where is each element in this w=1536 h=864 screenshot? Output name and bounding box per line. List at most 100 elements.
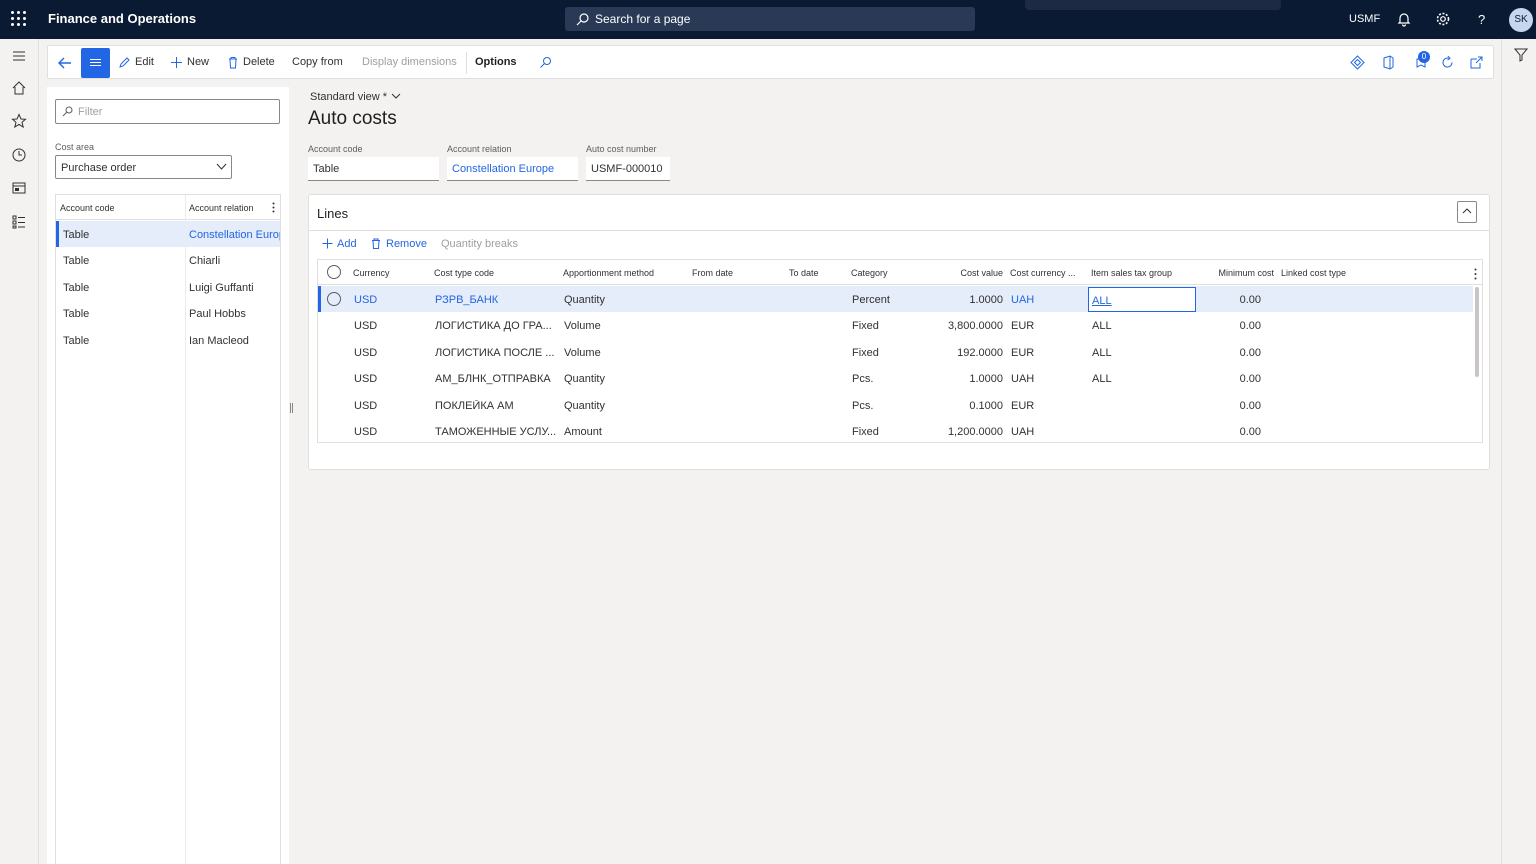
cell-cost-currency[interactable]: UAH [1011,426,1034,438]
cost-area-dropdown[interactable]: Purchase order [55,155,232,179]
office-icon[interactable] [1381,55,1396,70]
list-item[interactable]: Table Chiarli [56,247,280,273]
collapse-button[interactable] [1457,201,1477,223]
cell-apportionment-method[interactable]: Volume [564,320,601,332]
auto-cost-number-field[interactable]: USMF-000010 [586,157,670,181]
cell-item-sales-tax-group[interactable]: ALL [1092,347,1112,359]
app-title[interactable]: Finance and Operations [48,11,196,26]
more-vertical-icon[interactable] [1474,268,1477,280]
column-header-account-code[interactable]: Account code [60,203,115,213]
remove-line-button[interactable]: Remove [386,238,427,250]
table-row[interactable]: USD ЛОГИСТИКА ПОСЛЕ ... Volume Fixed 192… [318,339,1473,365]
new-button[interactable]: New [187,56,209,68]
list-item[interactable]: Table Paul Hobbs [56,300,280,326]
cell-apportionment-method[interactable]: Quantity [564,294,605,306]
cell-category[interactable]: Fixed [852,426,879,438]
column-header-cost-type-code[interactable]: Cost type code [434,268,494,278]
cell-minimum-cost[interactable]: 0.00 [1198,347,1261,359]
column-header-cost-currency[interactable]: Cost currency ... [1010,268,1076,278]
cell-cost-value[interactable]: 192.0000 [928,347,1003,359]
account-code-field[interactable]: Table [308,157,439,181]
item-sales-tax-group-input[interactable]: ALL [1088,287,1196,312]
grid-scrollbar[interactable] [1475,287,1479,377]
table-row[interactable]: USD ТАМОЖЕННЫЕ УСЛУ... Amount Fixed 1,20… [318,418,1473,442]
search-input[interactable]: Search for a page [565,7,975,31]
column-header-item-sales-tax-group[interactable]: Item sales tax group [1091,268,1172,278]
cell-currency[interactable]: USD [354,426,377,438]
table-row[interactable]: USD АМ_БЛНК_ОТПРАВКА Quantity Pcs. 1.000… [318,365,1473,391]
list-toggle-button[interactable] [81,48,110,78]
cell-currency[interactable]: USD [354,400,377,412]
column-header-to-date[interactable]: To date [789,268,819,278]
clock-icon[interactable] [11,147,27,163]
avatar[interactable]: SK [1509,8,1533,32]
workspaces-icon[interactable] [11,180,27,196]
column-header-minimum-cost[interactable]: Minimum cost [1198,268,1274,278]
help-icon[interactable]: ? [1474,11,1490,27]
cell-apportionment-method[interactable]: Volume [564,347,601,359]
star-icon[interactable] [11,113,27,129]
cell-cost-currency[interactable]: UAH [1011,373,1034,385]
cell-cost-type-code[interactable]: РЗРВ_БАНК [435,294,559,306]
cell-apportionment-method[interactable]: Quantity [564,400,605,412]
cell-cost-currency[interactable]: EUR [1011,320,1034,332]
hamburger-icon[interactable] [11,48,27,64]
cell-apportionment-method[interactable]: Quantity [564,373,605,385]
table-row[interactable]: USD ЛОГИСТИКА ДО ГРА... Volume Fixed 3,8… [318,312,1473,338]
cell-cost-currency[interactable]: UAH [1011,294,1034,306]
cell-cost-currency[interactable]: EUR [1011,347,1034,359]
table-row[interactable]: USD ПОКЛЕЙКА АМ Quantity Pcs. 0.1000 EUR… [318,392,1473,418]
cell-cost-value[interactable]: 1.0000 [928,294,1003,306]
modules-icon[interactable] [11,214,27,230]
cell-category[interactable]: Pcs. [852,400,873,412]
pane-splitter[interactable] [289,87,295,864]
table-row[interactable]: USD РЗРВ_БАНК Quantity Percent 1.0000 UA… [318,286,1473,312]
lines-title[interactable]: Lines [317,206,348,221]
bell-icon[interactable] [1396,11,1412,27]
column-header-category[interactable]: Category [851,268,888,278]
cell-cost-type-code[interactable]: ЛОГИСТИКА ДО ГРА... [435,320,559,332]
cell-cost-type-code[interactable]: ТАМОЖЕННЫЕ УСЛУ... [435,426,559,438]
cell-cost-type-code[interactable]: ЛОГИСТИКА ПОСЛЕ ... [435,347,559,359]
cell-item-sales-tax-group[interactable]: ALL [1092,373,1112,385]
filter-icon[interactable] [1514,48,1528,62]
select-all-radio[interactable] [327,265,341,279]
app-launcher-icon[interactable] [11,11,27,27]
column-header-currency[interactable]: Currency [353,268,390,278]
options-tab[interactable]: Options [475,56,517,68]
cell-apportionment-method[interactable]: Amount [564,426,602,438]
cell-cost-value[interactable]: 1.0000 [928,373,1003,385]
cell-cost-value[interactable]: 1,200.0000 [928,426,1003,438]
cell-minimum-cost[interactable]: 0.00 [1198,320,1261,332]
refresh-icon[interactable] [1440,55,1455,70]
back-arrow-icon[interactable] [56,54,74,72]
cell-currency[interactable]: USD [354,373,377,385]
cell-minimum-cost[interactable]: 0.00 [1198,373,1261,385]
list-item[interactable]: Table Ian Macleod [56,327,280,353]
cell-cost-value[interactable]: 0.1000 [928,400,1003,412]
cell-cost-value[interactable]: 3,800.0000 [928,320,1003,332]
company-picker[interactable]: USMF [1349,13,1380,25]
cell-currency[interactable]: USD [354,347,377,359]
cell-currency[interactable]: USD [354,294,377,306]
cell-cost-type-code[interactable]: АМ_БЛНК_ОТПРАВКА [435,373,559,385]
cell-minimum-cost[interactable]: 0.00 [1198,426,1261,438]
view-selector[interactable]: Standard view * [310,91,401,103]
cell-item-sales-tax-group[interactable]: ALL [1092,320,1112,332]
add-line-button[interactable]: Add [337,238,357,250]
list-item[interactable]: Table Constellation Europe [56,221,280,247]
display-dimensions-button[interactable]: Display dimensions [362,56,457,68]
column-header-account-relation[interactable]: Account relation [189,203,254,213]
filter-input[interactable]: Filter [55,99,280,124]
search-icon[interactable] [539,56,552,69]
power-apps-icon[interactable] [1350,55,1365,70]
cell-category[interactable]: Fixed [852,320,879,332]
open-new-window-icon[interactable] [1469,55,1484,70]
cell-minimum-cost[interactable]: 0.00 [1198,400,1261,412]
edit-button[interactable]: Edit [135,56,154,68]
quantity-breaks-button[interactable]: Quantity breaks [441,238,518,250]
cell-currency[interactable]: USD [354,320,377,332]
cell-category[interactable]: Fixed [852,347,879,359]
delete-button[interactable]: Delete [243,56,275,68]
list-item[interactable]: Table Luigi Guffanti [56,274,280,300]
